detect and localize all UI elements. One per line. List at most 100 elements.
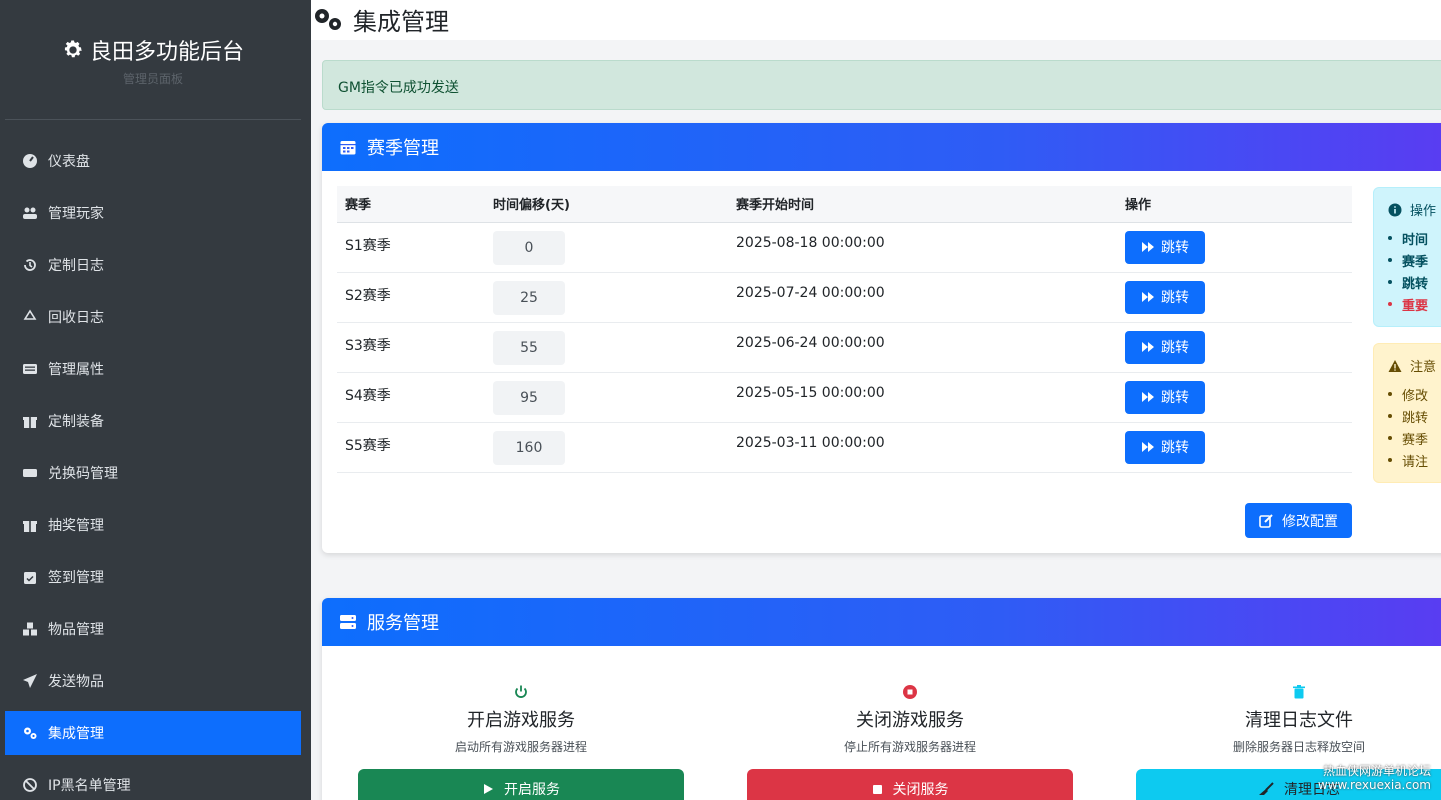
sidebar-item-custom-log[interactable]: 定制日志 [5, 243, 301, 287]
calendar-check-icon [24, 572, 36, 584]
success-alert: GM指令已成功发送 [322, 60, 1441, 110]
trash-icon [1293, 685, 1305, 699]
column-header: 操作 [1117, 186, 1352, 223]
table-row: S1赛季 0 2025-08-18 00:00:00 跳转 [337, 222, 1352, 273]
info-item: 赛季 [1388, 249, 1441, 271]
service-description: 删除服务器日志释放空间 [1232, 740, 1365, 754]
sidebar-item-send-items[interactable]: 发送物品 [5, 659, 301, 703]
offset-input[interactable]: 0 [493, 230, 565, 265]
sidebar-item-dashboard[interactable]: 仪表盘 [5, 139, 301, 183]
watermark: 热血侠网游单机论坛 www.rexuexia.com [1317, 764, 1431, 792]
service-title: 开启游戏服务 [467, 710, 575, 731]
info-item: 跳转 [1388, 271, 1441, 293]
start-service-section: 开启游戏服务 启动所有游戏服务器进程 开启服务 [358, 684, 684, 800]
users-icon [23, 207, 37, 219]
page-title: 集成管理 [313, 2, 449, 37]
brand: 良田多功能后台 管理员面板 [5, 0, 301, 120]
sidebar-item-integration[interactable]: 集成管理 [5, 711, 301, 755]
info-item: 重要 [1388, 293, 1441, 315]
stop-service-button[interactable]: 关闭服务 [747, 769, 1073, 800]
boxes-icon [23, 622, 37, 636]
dashboard-icon [23, 154, 37, 168]
season-name: S4赛季 [337, 372, 485, 423]
gear-icon [64, 40, 82, 58]
sidebar-item-ip-blacklist[interactable]: IP黑名单管理 [5, 763, 301, 800]
service-description: 启动所有游戏服务器进程 [454, 740, 587, 754]
broom-icon [1259, 782, 1274, 795]
warning-panel: 注意 修改 跳转 赛季 请注 [1373, 343, 1441, 483]
season-card-header: 赛季管理 [322, 123, 1441, 171]
offset-input[interactable]: 55 [493, 330, 565, 365]
gift-icon [23, 521, 37, 532]
sidebar-item-attributes[interactable]: 管理属性 [5, 347, 301, 391]
sidebar: 良田多功能后台 管理员面板 仪表盘 管理玩家 定制日志 回收日志 管理属性 定制… [0, 0, 311, 800]
jump-button[interactable]: 跳转 [1125, 430, 1205, 464]
season-start-time: 2025-07-24 00:00:00 [728, 272, 1117, 323]
warning-item: 请注 [1388, 449, 1441, 471]
stop-service-section: 关闭游戏服务 停止所有游戏服务器进程 关闭服务 [747, 684, 1073, 800]
table-header-row: 赛季 时间偏移(天) 赛季开始时间 操作 [337, 186, 1352, 223]
cogs-icon [315, 8, 341, 30]
service-title: 关闭游戏服务 [856, 710, 964, 731]
offset-input[interactable]: 160 [493, 430, 565, 465]
sidebar-item-players[interactable]: 管理玩家 [5, 191, 301, 235]
brand-subtitle: 管理员面板 [122, 72, 183, 86]
service-title: 清理日志文件 [1245, 710, 1353, 731]
season-start-time: 2025-08-18 00:00:00 [728, 222, 1117, 273]
cogs-icon [24, 727, 37, 739]
season-name: S1赛季 [337, 222, 485, 273]
ticket-icon [23, 469, 37, 477]
jump-button[interactable]: 跳转 [1125, 230, 1205, 264]
column-header: 时间偏移(天) [485, 186, 728, 223]
table-row: S5赛季 160 2025-03-11 00:00:00 跳转 [337, 422, 1352, 473]
list-icon [23, 364, 37, 374]
jump-button[interactable]: 跳转 [1125, 330, 1205, 364]
info-panel: 操作 时间 赛季 跳转 重要 [1373, 187, 1441, 327]
season-name: S2赛季 [337, 272, 485, 323]
table-row: S2赛季 25 2025-07-24 00:00:00 跳转 [337, 272, 1352, 323]
warning-item: 跳转 [1388, 405, 1441, 427]
fast-forward-icon [1142, 442, 1154, 452]
start-service-button[interactable]: 开启服务 [358, 769, 684, 800]
warning-item: 修改 [1388, 383, 1441, 405]
season-name: S3赛季 [337, 322, 485, 373]
stop-icon [872, 784, 882, 794]
season-start-time: 2025-03-11 00:00:00 [728, 422, 1117, 473]
sidebar-item-redeem-codes[interactable]: 兑换码管理 [5, 451, 301, 495]
play-icon [484, 784, 493, 794]
main-content: 集成管理 GM指令已成功发送 赛季管理 赛季 时间偏移(天) 赛季开始时间 操作… [311, 0, 1441, 800]
offset-input[interactable]: 25 [493, 280, 565, 315]
service-card: 服务管理 开启游戏服务 启动所有游戏服务器进程 开启服务 关闭游戏服务 停止所有… [322, 598, 1441, 800]
gift-icon [23, 417, 37, 428]
info-item: 时间 [1388, 227, 1441, 249]
recycle-icon [23, 309, 37, 320]
fast-forward-icon [1142, 292, 1154, 302]
sidebar-item-custom-equipment[interactable]: 定制装备 [5, 399, 301, 443]
column-header: 赛季开始时间 [728, 186, 1117, 223]
history-icon [24, 259, 36, 271]
jump-button[interactable]: 跳转 [1125, 280, 1205, 314]
sidebar-item-recycle-log[interactable]: 回收日志 [5, 295, 301, 339]
warning-item: 赛季 [1388, 427, 1441, 449]
sidebar-nav: 仪表盘 管理玩家 定制日志 回收日志 管理属性 定制装备 兑换码管理 抽奖管理 [0, 139, 311, 800]
info-circle-icon [1388, 203, 1402, 216]
sidebar-item-checkin[interactable]: 签到管理 [5, 555, 301, 599]
sidebar-item-lottery[interactable]: 抽奖管理 [5, 503, 301, 547]
stop-circle-icon [903, 685, 917, 699]
sidebar-item-items[interactable]: 物品管理 [5, 607, 301, 651]
column-header: 赛季 [337, 186, 485, 223]
fast-forward-icon [1142, 392, 1154, 402]
fast-forward-icon [1142, 242, 1154, 252]
service-description: 停止所有游戏服务器进程 [843, 740, 976, 754]
season-card: 赛季管理 赛季 时间偏移(天) 赛季开始时间 操作 S1赛季 0 2025-08… [322, 123, 1441, 553]
offset-input[interactable]: 95 [493, 380, 565, 415]
season-start-time: 2025-05-15 00:00:00 [728, 372, 1117, 423]
warning-panel-header: 注意 [1388, 356, 1441, 375]
season-name: S5赛季 [337, 422, 485, 473]
modify-config-button[interactable]: 修改配置 [1245, 503, 1352, 538]
server-icon [340, 615, 356, 629]
ban-icon [23, 778, 37, 792]
table-row: S3赛季 55 2025-06-24 00:00:00 跳转 [337, 322, 1352, 373]
jump-button[interactable]: 跳转 [1125, 380, 1205, 414]
season-start-time: 2025-06-24 00:00:00 [728, 322, 1117, 373]
